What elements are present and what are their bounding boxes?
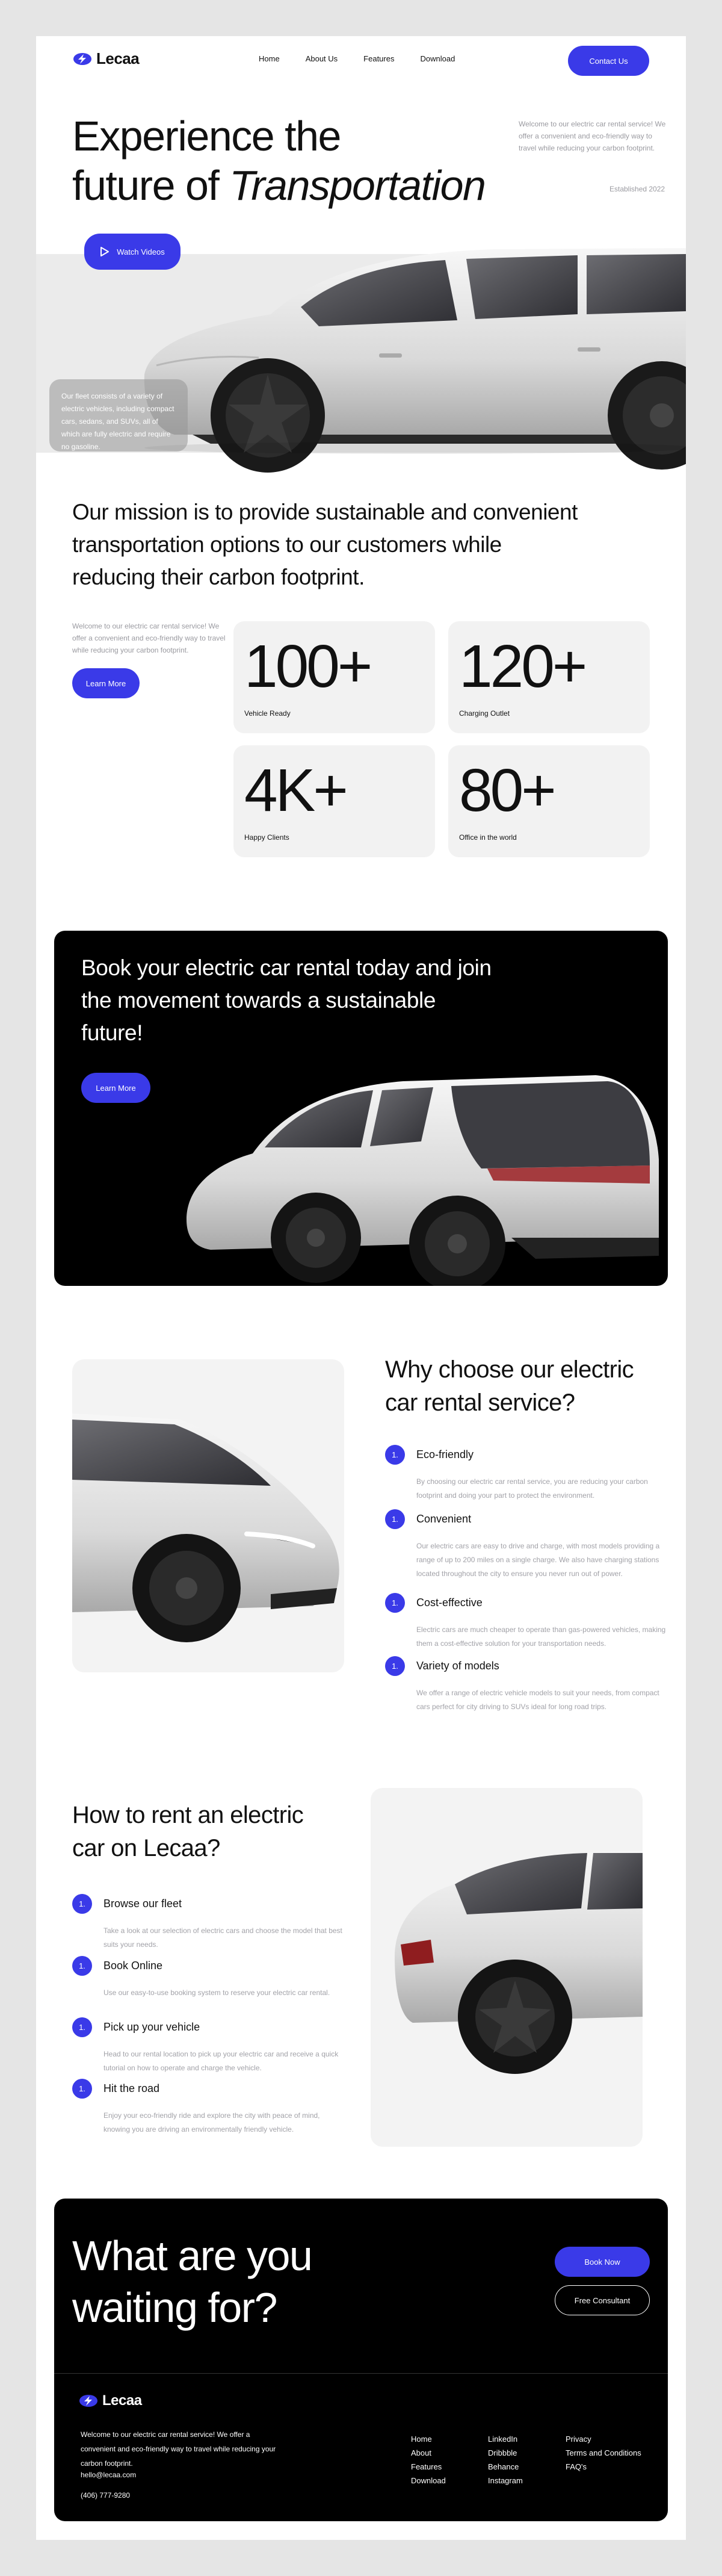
step-description: Use our easy-to-use booking system to re…	[103, 1988, 330, 1997]
book-banner: Book your electric car rental today and …	[54, 931, 668, 1286]
feature-title: Eco-friendly	[416, 1448, 474, 1460]
feature-title: Variety of models	[416, 1660, 499, 1672]
footer-nav-column: Home About Features Download	[411, 2432, 446, 2488]
cta-title-line1: What are you	[72, 2232, 313, 2279]
page: Lecaa Home About Us Features Download Co…	[36, 36, 686, 2540]
watch-videos-label: Watch Videos	[117, 247, 165, 256]
stat-value: 4K+	[244, 757, 348, 824]
step-description: Enjoy your eco-friendly ride and explore…	[103, 2111, 320, 2134]
front-car-image	[72, 1414, 339, 1642]
stat-value: 120+	[459, 633, 587, 700]
stat-label: Charging Outlet	[459, 709, 510, 718]
feature-description: We offer a range of electric vehicle mod…	[416, 1689, 659, 1711]
why-section-title: Why choose our electric car rental servi…	[385, 1356, 634, 1416]
why-image-panel	[72, 1359, 344, 1672]
step-title: Browse our fleet	[103, 1898, 182, 1910]
nav-link-home[interactable]: Home	[259, 54, 280, 63]
stat-card-offices: 80+ Office in the world	[448, 745, 650, 857]
footer-email[interactable]: hello@lecaa.com	[81, 2471, 136, 2479]
hero-side-text: Welcome to our electric car rental servi…	[519, 120, 666, 152]
hero-title-line2: future of	[72, 162, 230, 209]
footer-link-download[interactable]: Download	[411, 2474, 446, 2488]
stat-value: 100+	[244, 633, 372, 700]
footer-about-text: Welcome to our electric car rental servi…	[81, 2430, 276, 2468]
stat-label: Office in the world	[459, 833, 517, 842]
stat-value: 80+	[459, 757, 557, 824]
stat-card-clients: 4K+ Happy Clients	[233, 745, 435, 857]
hero-title-line1: Experience the	[72, 113, 341, 160]
footer-phone[interactable]: (406) 777-9280	[81, 2491, 130, 2500]
brand-name: Lecaa	[96, 49, 140, 67]
play-icon	[100, 247, 110, 256]
step-number-badge: 1.	[72, 1956, 92, 1976]
feature-number-badge: 1.	[385, 1509, 405, 1529]
lightning-logo-icon	[73, 52, 91, 65]
footer-link-features[interactable]: Features	[411, 2460, 446, 2474]
feature-number-badge: 1.	[385, 1656, 405, 1676]
step-number-badge: 1.	[72, 2079, 92, 2099]
book-banner-title: Book your electric car rental today and …	[81, 955, 492, 1045]
nav-link-features[interactable]: Features	[363, 54, 394, 63]
cta-footer-panel: What are you waiting for? Book Now Free …	[54, 2199, 668, 2521]
step-description: Take a look at our selection of electric…	[103, 1926, 342, 1949]
footer-link-behance[interactable]: Behance	[488, 2460, 523, 2474]
stat-card-vehicles: 100+ Vehicle Ready	[233, 621, 435, 733]
feature-description: Electric cars are much cheaper to operat…	[416, 1625, 666, 1648]
footer-link-instagram[interactable]: Instagram	[488, 2474, 523, 2488]
rear-car-image	[395, 1851, 643, 2074]
mission-side-text: Welcome to our electric car rental servi…	[72, 622, 226, 654]
footer-social-column: LinkedIn Dribbble Behance Instagram	[488, 2432, 523, 2488]
footer-link-linkedin[interactable]: LinkedIn	[488, 2432, 523, 2446]
footer-legal-column: Privacy Terms and Conditions FAQ's	[566, 2432, 641, 2474]
mission-statement: Our mission is to provide sustainable an…	[72, 500, 578, 589]
stat-label: Happy Clients	[244, 833, 289, 842]
step-title: Hit the road	[103, 2082, 160, 2094]
mission-learn-more-button[interactable]: Learn More	[72, 668, 140, 698]
main-nav: Home About Us Features Download	[259, 54, 455, 63]
nav-link-download[interactable]: Download	[420, 54, 455, 63]
footer-logo[interactable]: Lecaa	[78, 2392, 142, 2409]
howto-section-title: How to rent an electric car on Lecaa?	[72, 1802, 304, 1861]
feature-title: Cost-effective	[416, 1597, 483, 1609]
nav-link-about[interactable]: About Us	[306, 54, 338, 63]
feature-description: Our electric cars are easy to drive and …	[416, 1542, 660, 1578]
hero-car-image	[144, 248, 686, 473]
step-description: Head to our rental location to pick up y…	[103, 2050, 339, 2072]
brand-logo[interactable]: Lecaa	[72, 49, 140, 68]
feature-number-badge: 1.	[385, 1593, 405, 1613]
book-learn-more-button[interactable]: Learn More	[81, 1073, 150, 1103]
footer-divider	[54, 2373, 668, 2374]
footer-link-dribbble[interactable]: Dribbble	[488, 2446, 523, 2460]
book-now-button[interactable]: Book Now	[555, 2247, 650, 2277]
hero-title-italic: Transportation	[229, 162, 486, 209]
stat-label: Vehicle Ready	[244, 709, 291, 718]
stat-card-charging: 120+ Charging Outlet	[448, 621, 650, 733]
feature-description: By choosing our electric car rental serv…	[416, 1477, 648, 1500]
watch-videos-button[interactable]: Watch Videos	[84, 234, 180, 270]
contact-us-button[interactable]: Contact Us	[568, 46, 649, 76]
footer-link-home[interactable]: Home	[411, 2432, 446, 2446]
feature-title: Convenient	[416, 1513, 472, 1525]
established-label: Established 2022	[609, 185, 665, 193]
free-consultant-button[interactable]: Free Consultant	[555, 2285, 650, 2315]
footer-link-about[interactable]: About	[411, 2446, 446, 2460]
hero-title: Experience the future of Transportation	[72, 111, 486, 210]
banner-car-image	[187, 1075, 659, 1286]
step-number-badge: 1.	[72, 2017, 92, 2037]
step-number-badge: 1.	[72, 1894, 92, 1914]
cta-title: What are you waiting for?	[72, 2230, 313, 2333]
howto-image-panel	[371, 1788, 643, 2147]
footer-link-terms[interactable]: Terms and Conditions	[566, 2446, 641, 2460]
hero-fleet-note: Our fleet consists of a variety of elect…	[49, 379, 188, 452]
feature-number-badge: 1.	[385, 1445, 405, 1465]
footer-link-faqs[interactable]: FAQ's	[566, 2460, 641, 2474]
footer-brand-name: Lecaa	[102, 2392, 142, 2409]
footer-link-privacy[interactable]: Privacy	[566, 2432, 641, 2446]
step-title: Book Online	[103, 1960, 163, 1972]
cta-title-line2: waiting for?	[72, 2284, 277, 2331]
lightning-logo-icon	[79, 2395, 97, 2407]
step-title: Pick up your vehicle	[103, 2021, 200, 2033]
